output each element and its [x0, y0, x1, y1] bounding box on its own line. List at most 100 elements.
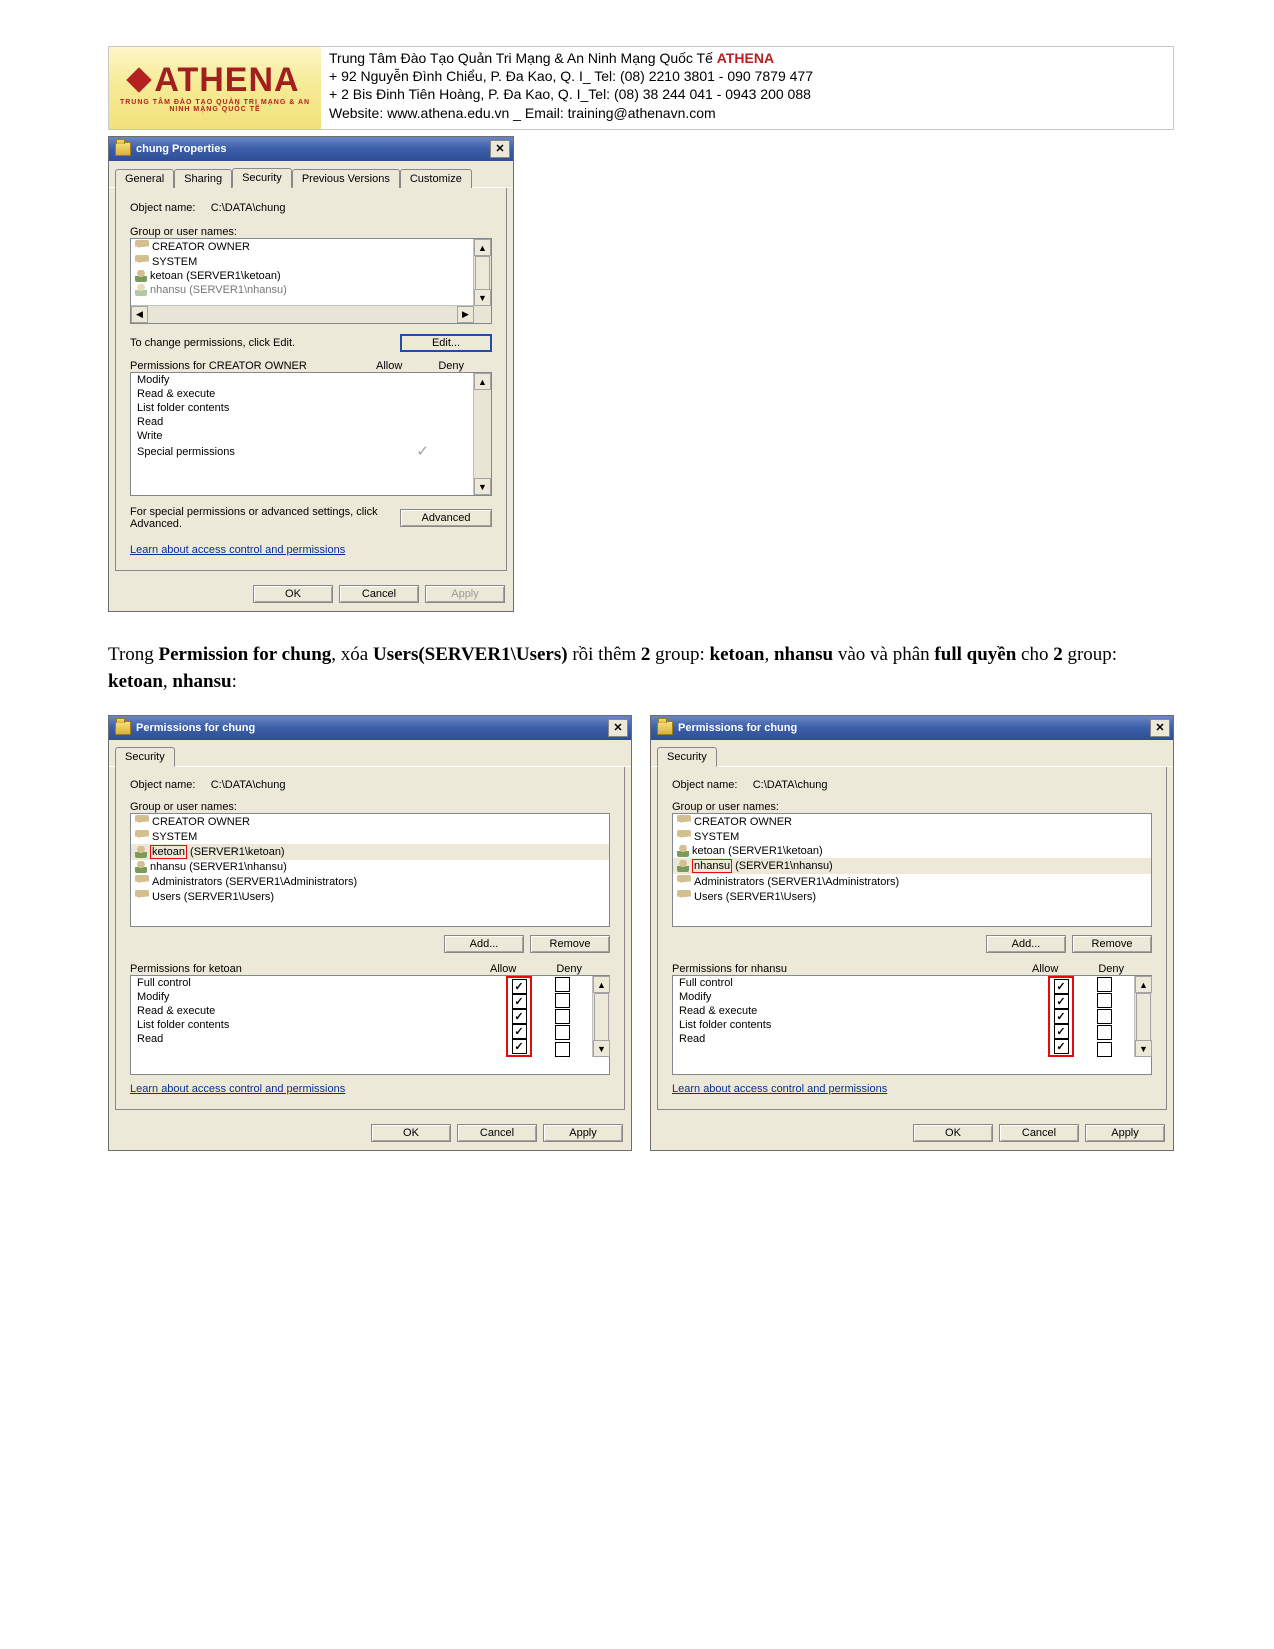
- learn-link[interactable]: Learn about access control and permissio…: [672, 1083, 887, 1095]
- scroll-down-icon[interactable]: ▼: [474, 289, 491, 306]
- allow-checkbox[interactable]: [512, 1024, 527, 1039]
- scroll-up-icon[interactable]: ▲: [474, 239, 491, 256]
- window-titlebar: Permissions for chung ✕: [651, 716, 1173, 740]
- cancel-button[interactable]: Cancel: [457, 1124, 537, 1142]
- permissions-listbox[interactable]: Modify Read & execute List folder conten…: [130, 372, 492, 496]
- edit-button[interactable]: Edit...: [400, 334, 492, 352]
- listbox-scroll-vertical[interactable]: ▲ ▼: [473, 239, 491, 323]
- ok-button[interactable]: OK: [371, 1124, 451, 1142]
- tab-security[interactable]: Security: [115, 747, 175, 767]
- tab-security[interactable]: Security: [657, 747, 717, 767]
- close-button[interactable]: ✕: [608, 719, 628, 737]
- tab-previous-versions[interactable]: Previous Versions: [292, 169, 400, 188]
- allow-checkbox[interactable]: [1054, 1039, 1069, 1054]
- add-button[interactable]: Add...: [444, 935, 524, 953]
- deny-checkbox[interactable]: [1097, 977, 1112, 992]
- tab-strip: General Sharing Security Previous Versio…: [109, 161, 513, 188]
- folder-icon: [657, 721, 673, 735]
- advanced-hint: For special permissions or advanced sett…: [130, 506, 390, 530]
- people-icon: [135, 240, 149, 253]
- user-icon: [135, 861, 147, 873]
- allow-checkbox[interactable]: [1054, 1009, 1069, 1024]
- tab-general[interactable]: General: [115, 169, 174, 188]
- scroll-down-icon[interactable]: ▼: [1135, 1040, 1152, 1057]
- listbox-scroll-horizontal[interactable]: ◀ ▶: [131, 305, 474, 323]
- apply-button[interactable]: Apply: [1085, 1124, 1165, 1142]
- athena-header: ATHENA TRUNG TÂM ĐÀO TẠO QUẢN TRỊ MẠNG &…: [108, 46, 1174, 130]
- ok-button[interactable]: OK: [253, 585, 333, 603]
- remove-button[interactable]: Remove: [1072, 935, 1152, 953]
- allow-header: Allow: [1032, 963, 1058, 975]
- deny-checkbox[interactable]: [1097, 1042, 1112, 1057]
- tab-sharing[interactable]: Sharing: [174, 169, 232, 188]
- window-title: chung Properties: [136, 143, 226, 155]
- apply-button[interactable]: Apply: [425, 585, 505, 603]
- people-icon: [677, 890, 691, 903]
- permissions-scroll-vertical[interactable]: ▲ ▼: [1134, 976, 1152, 1057]
- object-name-label: Object name:: [130, 779, 195, 791]
- deny-checkbox[interactable]: [555, 993, 570, 1008]
- close-button[interactable]: ✕: [490, 140, 510, 158]
- remove-button[interactable]: Remove: [530, 935, 610, 953]
- groups-listbox[interactable]: CREATOR OWNER SYSTEM ketoan (SERVER1\ket…: [130, 238, 492, 324]
- allow-checkbox[interactable]: [512, 994, 527, 1009]
- dialog-permissions-nhansu: Permissions for chung ✕ Security Object …: [650, 715, 1174, 1151]
- cancel-button[interactable]: Cancel: [339, 585, 419, 603]
- tab-security[interactable]: Security: [232, 168, 292, 188]
- tab-customize[interactable]: Customize: [400, 169, 472, 188]
- allow-column-highlight: [506, 976, 532, 1057]
- deny-checkbox[interactable]: [555, 1042, 570, 1057]
- window-title: Permissions for chung: [136, 722, 255, 734]
- learn-link[interactable]: Learn about access control and permissio…: [130, 544, 345, 556]
- advanced-button[interactable]: Advanced: [400, 509, 492, 527]
- scroll-up-icon[interactable]: ▲: [593, 976, 610, 993]
- groups-listbox[interactable]: CREATOR OWNER SYSTEM ketoan (SERVER1\ket…: [672, 813, 1152, 927]
- permissions-for-label: Permissions for ketoan: [130, 963, 242, 975]
- athena-logo: ATHENA TRUNG TÂM ĐÀO TẠO QUẢN TRỊ MẠNG &…: [109, 47, 321, 129]
- deny-checkbox[interactable]: [555, 1025, 570, 1040]
- allow-header: Allow: [376, 360, 402, 372]
- cancel-button[interactable]: Cancel: [999, 1124, 1079, 1142]
- permissions-scroll-vertical[interactable]: ▲ ▼: [473, 373, 491, 495]
- object-name-value: C:\DATA\chung: [211, 779, 286, 791]
- scroll-down-icon[interactable]: ▼: [593, 1040, 610, 1057]
- object-name-value: C:\DATA\chung: [753, 779, 828, 791]
- allow-checkbox[interactable]: [512, 979, 527, 994]
- permissions-scroll-vertical[interactable]: ▲ ▼: [592, 976, 610, 1057]
- allow-checkbox[interactable]: [1054, 1024, 1069, 1039]
- deny-checkbox[interactable]: [555, 977, 570, 992]
- scroll-down-icon[interactable]: ▼: [474, 478, 491, 495]
- groups-listbox[interactable]: CREATOR OWNER SYSTEM ketoan (SERVER1\ket…: [130, 813, 610, 927]
- deny-checkbox[interactable]: [1097, 1025, 1112, 1040]
- scroll-right-icon[interactable]: ▶: [457, 306, 474, 323]
- apply-button[interactable]: Apply: [543, 1124, 623, 1142]
- user-icon: [135, 284, 147, 296]
- add-button[interactable]: Add...: [986, 935, 1066, 953]
- diamond-icon: [127, 67, 152, 92]
- learn-link[interactable]: Learn about access control and permissio…: [130, 1083, 345, 1095]
- object-name-label: Object name:: [672, 779, 737, 791]
- close-button[interactable]: ✕: [1150, 719, 1170, 737]
- allow-checkbox[interactable]: [512, 1009, 527, 1024]
- ok-button[interactable]: OK: [913, 1124, 993, 1142]
- allow-checkbox[interactable]: [1054, 994, 1069, 1009]
- people-icon: [135, 875, 149, 888]
- people-icon: [135, 830, 149, 843]
- deny-checkbox[interactable]: [1097, 1009, 1112, 1024]
- deny-checkbox[interactable]: [555, 1009, 570, 1024]
- user-icon: [135, 270, 147, 282]
- user-icon: [135, 846, 147, 858]
- permissions-listbox[interactable]: Full control Modify Read & execute List …: [672, 975, 1152, 1075]
- deny-checkbox[interactable]: [1097, 993, 1112, 1008]
- allow-checkbox[interactable]: [1054, 979, 1069, 994]
- brand-subtext: TRUNG TÂM ĐÀO TẠO QUẢN TRỊ MẠNG & AN NIN…: [109, 99, 321, 113]
- allow-checkbox[interactable]: [512, 1039, 527, 1054]
- deny-header: Deny: [438, 360, 464, 372]
- people-icon: [135, 815, 149, 828]
- object-name-label: Object name:: [130, 202, 195, 214]
- scroll-up-icon[interactable]: ▲: [474, 373, 491, 390]
- scroll-left-icon[interactable]: ◀: [131, 306, 148, 323]
- permissions-listbox[interactable]: Full control Modify Read & execute List …: [130, 975, 610, 1075]
- scroll-up-icon[interactable]: ▲: [1135, 976, 1152, 993]
- edit-hint: To change permissions, click Edit.: [130, 337, 295, 349]
